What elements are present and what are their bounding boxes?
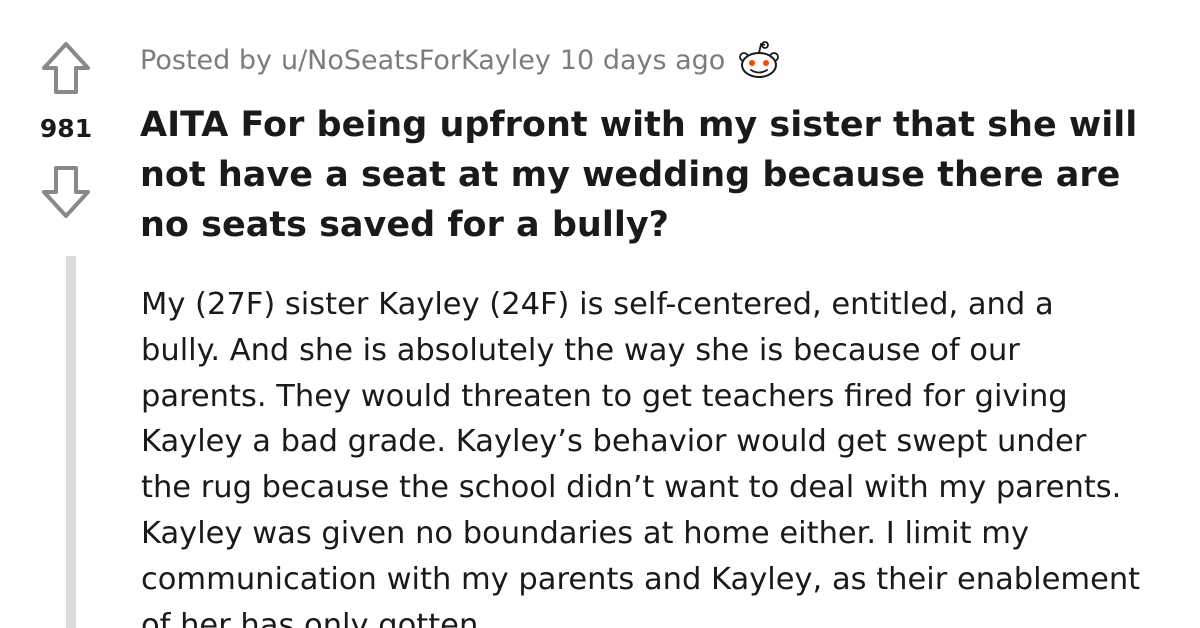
upvote-button[interactable] bbox=[40, 40, 92, 96]
post-body: My (27F) sister Kayley (24F) is self-cen… bbox=[141, 287, 1141, 628]
downvote-arrow-icon bbox=[40, 164, 92, 220]
post-card: 981 Posted by u/NoSeatsForKayley 10 days… bbox=[0, 0, 1200, 628]
posted-by-label: Posted by bbox=[140, 44, 272, 76]
vote-score: 981 bbox=[39, 114, 93, 143]
downvote-button[interactable] bbox=[40, 164, 92, 220]
snoo-award-icon[interactable] bbox=[735, 40, 783, 80]
post-meta: Posted by u/NoSeatsForKayley 10 days ago bbox=[140, 40, 783, 80]
post-title[interactable]: AITA For being upfront with my sister th… bbox=[140, 100, 1170, 250]
post-age: 10 days ago bbox=[559, 44, 726, 76]
author-link[interactable]: u/NoSeatsForKayley bbox=[281, 45, 551, 76]
upvote-arrow-icon bbox=[40, 40, 92, 96]
thread-rail[interactable] bbox=[66, 256, 76, 628]
